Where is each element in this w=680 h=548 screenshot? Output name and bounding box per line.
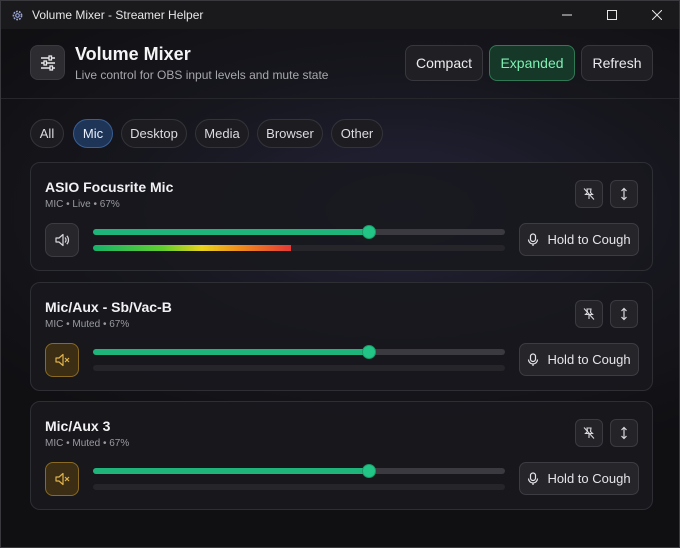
hold-to-cough-button[interactable]: Hold to Cough <box>519 223 639 256</box>
up-down-arrows-icon <box>621 307 627 321</box>
volume-slider-fill <box>93 468 370 474</box>
speaker-muted-icon <box>54 352 70 368</box>
app-gear-icon <box>10 8 24 22</box>
microphone-icon <box>528 232 539 246</box>
hold-to-cough-button[interactable]: Hold to Cough <box>519 343 639 376</box>
title-bar: Volume Mixer - Streamer Helper <box>1 1 679 29</box>
speaker-muted-icon <box>54 471 70 487</box>
mixer-sliders-icon <box>30 45 65 80</box>
maximize-button[interactable] <box>589 1 634 29</box>
source-name: ASIO Focusrite Mic <box>45 179 174 195</box>
expanded-view-button[interactable]: Expanded <box>489 45 575 81</box>
speaker-icon <box>54 232 70 248</box>
volume-slider[interactable] <box>93 345 505 359</box>
source-meta: MIC • Live • 67% <box>45 199 120 210</box>
volume-slider-fill <box>93 229 370 235</box>
unpin-button[interactable] <box>575 180 603 208</box>
volume-slider[interactable] <box>93 464 505 478</box>
mute-toggle-button[interactable] <box>45 223 79 257</box>
app-window: Volume Mixer - Streamer Helper Volume Mi… <box>0 0 680 548</box>
up-down-arrows-icon <box>621 426 627 440</box>
page-title: Volume Mixer <box>75 44 191 64</box>
hold-to-cough-label: Hold to Cough <box>547 352 631 367</box>
close-button[interactable] <box>634 1 679 29</box>
pin-off-icon <box>583 308 595 320</box>
window-title: Volume Mixer - Streamer Helper <box>32 8 204 22</box>
volume-slider[interactable] <box>93 225 505 239</box>
hold-to-cough-label: Hold to Cough <box>547 471 631 486</box>
filter-chip-browser[interactable]: Browser <box>257 119 323 148</box>
unpin-button[interactable] <box>575 300 603 328</box>
unpin-button[interactable] <box>575 419 603 447</box>
volume-slider-thumb[interactable] <box>362 345 377 359</box>
source-meta: MIC • Muted • 67% <box>45 438 130 449</box>
source-card-2: Mic/Aux - Sb/Vac-B MIC • Muted • 67% Hol… <box>30 282 653 391</box>
filter-chip-other[interactable]: Other <box>331 119 383 148</box>
source-name: Mic/Aux 3 <box>45 418 111 434</box>
minimize-button[interactable] <box>544 1 589 29</box>
volume-slider-thumb[interactable] <box>362 225 377 239</box>
filter-chip-all[interactable]: All <box>30 119 64 148</box>
level-meter-fill <box>93 245 291 251</box>
pin-off-icon <box>583 188 595 200</box>
source-meta: MIC • Muted • 67% <box>45 319 130 330</box>
reorder-button[interactable] <box>610 419 638 447</box>
app-header: Volume Mixer Live control for OBS input … <box>1 29 679 99</box>
level-meter <box>93 484 505 490</box>
source-name: Mic/Aux - Sb/Vac-B <box>45 299 172 315</box>
filter-chip-mic[interactable]: Mic <box>73 119 113 148</box>
hold-to-cough-button[interactable]: Hold to Cough <box>519 462 639 495</box>
microphone-icon <box>528 352 539 366</box>
reorder-button[interactable] <box>610 180 638 208</box>
filter-chip-desktop[interactable]: Desktop <box>121 119 187 148</box>
hold-to-cough-label: Hold to Cough <box>547 232 631 247</box>
level-meter <box>93 245 505 251</box>
source-card-1: ASIO Focusrite Mic MIC • Live • 67% Hold… <box>30 162 653 271</box>
pin-off-icon <box>583 427 595 439</box>
refresh-button[interactable]: Refresh <box>581 45 653 81</box>
reorder-button[interactable] <box>610 300 638 328</box>
volume-slider-fill <box>93 349 370 355</box>
compact-view-button[interactable]: Compact <box>405 45 483 81</box>
level-meter <box>93 365 505 371</box>
mute-toggle-button[interactable] <box>45 343 79 377</box>
source-card-3: Mic/Aux 3 MIC • Muted • 67% Hold to Coug… <box>30 401 653 510</box>
mute-toggle-button[interactable] <box>45 462 79 496</box>
volume-slider-thumb[interactable] <box>362 464 377 478</box>
microphone-icon <box>528 471 539 485</box>
page-subtitle: Live control for OBS input levels and mu… <box>75 68 329 82</box>
up-down-arrows-icon <box>621 187 627 201</box>
filter-chip-media[interactable]: Media <box>195 119 249 148</box>
